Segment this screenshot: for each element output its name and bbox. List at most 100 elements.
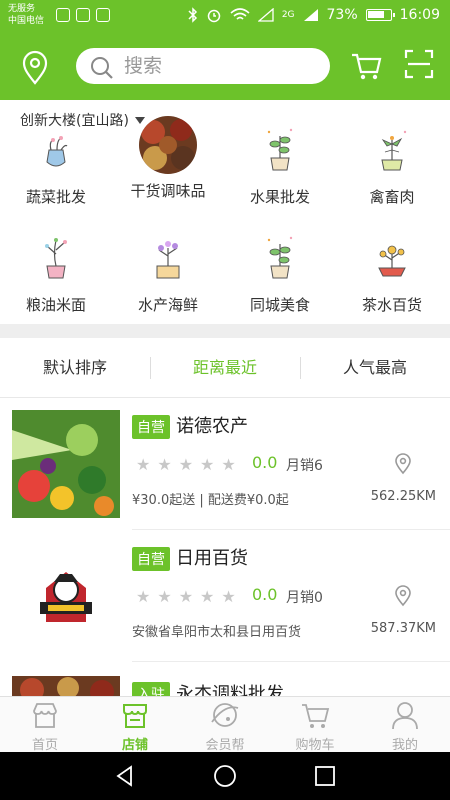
category-label: 水果批发: [249, 188, 310, 206]
search-icon: [91, 57, 113, 79]
scan-icon: [404, 49, 434, 79]
system-navigation-bar: [0, 752, 450, 800]
nav-label: 首页: [31, 738, 58, 753]
nav-profile[interactable]: 我的: [360, 697, 450, 753]
grain-plant-icon: [27, 230, 85, 288]
star-icon: ★: [221, 587, 236, 606]
clock: 16:09: [399, 7, 440, 23]
carrier-line-1: 无服务: [8, 4, 36, 14]
carrier-line-2: 中国电信: [8, 16, 45, 26]
header-pointer: [28, 92, 44, 100]
shop-item[interactable]: 自营 日用百货 ★ ★ ★ ★ ★ 0.0 月销0 安徽省阜阳市太和县日用百货 …: [0, 530, 450, 662]
location-button[interactable]: [18, 50, 52, 86]
back-icon[interactable]: [113, 764, 137, 788]
sort-tab-nearest[interactable]: 距离最近: [150, 338, 300, 398]
recents-square-icon[interactable]: [313, 764, 337, 788]
notification-image-icon: [96, 8, 110, 22]
star-icon: ★: [136, 587, 151, 606]
rating-value: 0.0: [252, 585, 278, 604]
cart-icon: [352, 53, 382, 80]
shop-badge: 自营: [132, 547, 170, 571]
battery-percent: 73%: [326, 7, 358, 23]
shop-name: 日用百货: [176, 548, 248, 569]
star-rating: ★ ★ ★ ★ ★: [136, 589, 236, 605]
seafood-plant-icon: [139, 230, 197, 288]
sort-tab-popular[interactable]: 人气最高: [300, 338, 450, 398]
shop-delivery-info: ¥30.0起送 | 配送费¥0.0起: [132, 493, 289, 508]
nav-shop[interactable]: 店铺: [90, 697, 180, 753]
shop-item[interactable]: 自营 诺德农产 ★ ★ ★ ★ ★ 0.0 月销6 ¥30.0起送 | 配送费¥…: [0, 398, 450, 530]
category-label: 干货调味品: [130, 182, 206, 200]
category-spices[interactable]: 干货调味品: [112, 116, 224, 201]
location-pin-icon: [395, 585, 411, 607]
shop-item[interactable]: 入驻 永杰调料批发: [0, 662, 450, 696]
signal-icon: [257, 8, 274, 22]
cart-icon: [302, 704, 330, 728]
nav-member[interactable]: 会员帮: [180, 697, 270, 753]
search-input[interactable]: 搜索: [76, 48, 330, 84]
app-header: 搜索: [0, 34, 450, 100]
battery-icon: [365, 9, 395, 21]
category-fruit[interactable]: 水果批发: [224, 122, 336, 207]
notification-app-icon: [56, 8, 70, 22]
network-type: 2G: [281, 10, 295, 20]
food-plant-icon: [251, 230, 309, 288]
sort-tab-default[interactable]: 默认排序: [0, 338, 150, 398]
shop-badge: 入驻: [132, 682, 170, 696]
nav-label: 我的: [391, 738, 418, 753]
star-icon: ★: [178, 455, 194, 474]
nav-cart[interactable]: 购物车: [270, 697, 360, 753]
home-circle-icon[interactable]: [213, 764, 237, 788]
nav-label: 店铺: [121, 738, 148, 753]
carrier-info: 无服务 中国电信: [8, 3, 44, 27]
notification-app-icon: [76, 8, 90, 22]
shop-thumbnail: [12, 542, 120, 650]
section-divider: [0, 324, 450, 338]
monthly-sales: 月销0: [286, 590, 323, 606]
shop-name: 诺德农产: [176, 416, 248, 437]
location-pin-icon: [22, 50, 48, 85]
shop-address: 安徽省阜阳市太和县日用百货: [132, 625, 302, 640]
wifi-icon: [230, 8, 250, 20]
notification-icons: [56, 8, 110, 22]
star-icon: ★: [157, 587, 172, 606]
shop-distance: 562.25KM: [370, 489, 436, 504]
category-local-food[interactable]: 同城美食: [224, 230, 336, 315]
bottom-navigation: 首页 店铺 会员帮 购物车 我的: [0, 696, 450, 753]
sort-bar: 默认排序 距离最近 人气最高: [0, 338, 450, 398]
category-label: 水产海鲜: [137, 296, 198, 314]
category-seafood[interactable]: 水产海鲜: [112, 230, 224, 315]
fruit-plant-icon: [251, 122, 309, 180]
vegetable-vase-icon: [27, 122, 85, 180]
category-meat[interactable]: 禽畜肉: [336, 122, 448, 207]
search-placeholder: 搜索: [124, 55, 163, 77]
system-indicators: 2G 73% 16:09: [188, 7, 440, 23]
spices-photo: [139, 116, 197, 174]
star-rating: ★ ★ ★ ★ ★: [136, 457, 236, 473]
category-vegetables[interactable]: 蔬菜批发: [0, 122, 112, 207]
nav-home[interactable]: 首页: [0, 697, 90, 753]
category-label: 蔬菜批发: [25, 188, 86, 206]
shop-name: 永杰调料批发: [176, 684, 284, 696]
home-store-icon: [33, 703, 57, 728]
star-icon: ★: [157, 455, 172, 474]
category-label: 禽畜肉: [369, 188, 415, 206]
cart-button[interactable]: [350, 48, 382, 82]
rating-value: 0.0: [252, 453, 278, 472]
category-tea-goods[interactable]: 茶水百货: [336, 230, 448, 315]
star-icon: ★: [200, 587, 215, 606]
tea-flower-icon: [363, 230, 421, 288]
monthly-sales: 月销6: [286, 458, 323, 474]
category-label: 粮油米面: [25, 296, 86, 314]
shop-icon: [123, 704, 147, 728]
profile-icon: [392, 702, 418, 730]
star-icon: ★: [200, 455, 215, 474]
star-icon: ★: [136, 455, 151, 474]
category-label: 同城美食: [249, 296, 310, 314]
member-planet-icon: [211, 703, 239, 727]
star-icon: ★: [178, 587, 194, 606]
signal-icon: [303, 9, 318, 21]
scan-button[interactable]: [404, 49, 434, 79]
shop-thumbnail: [12, 410, 120, 518]
category-grain[interactable]: 粮油米面: [0, 230, 112, 315]
